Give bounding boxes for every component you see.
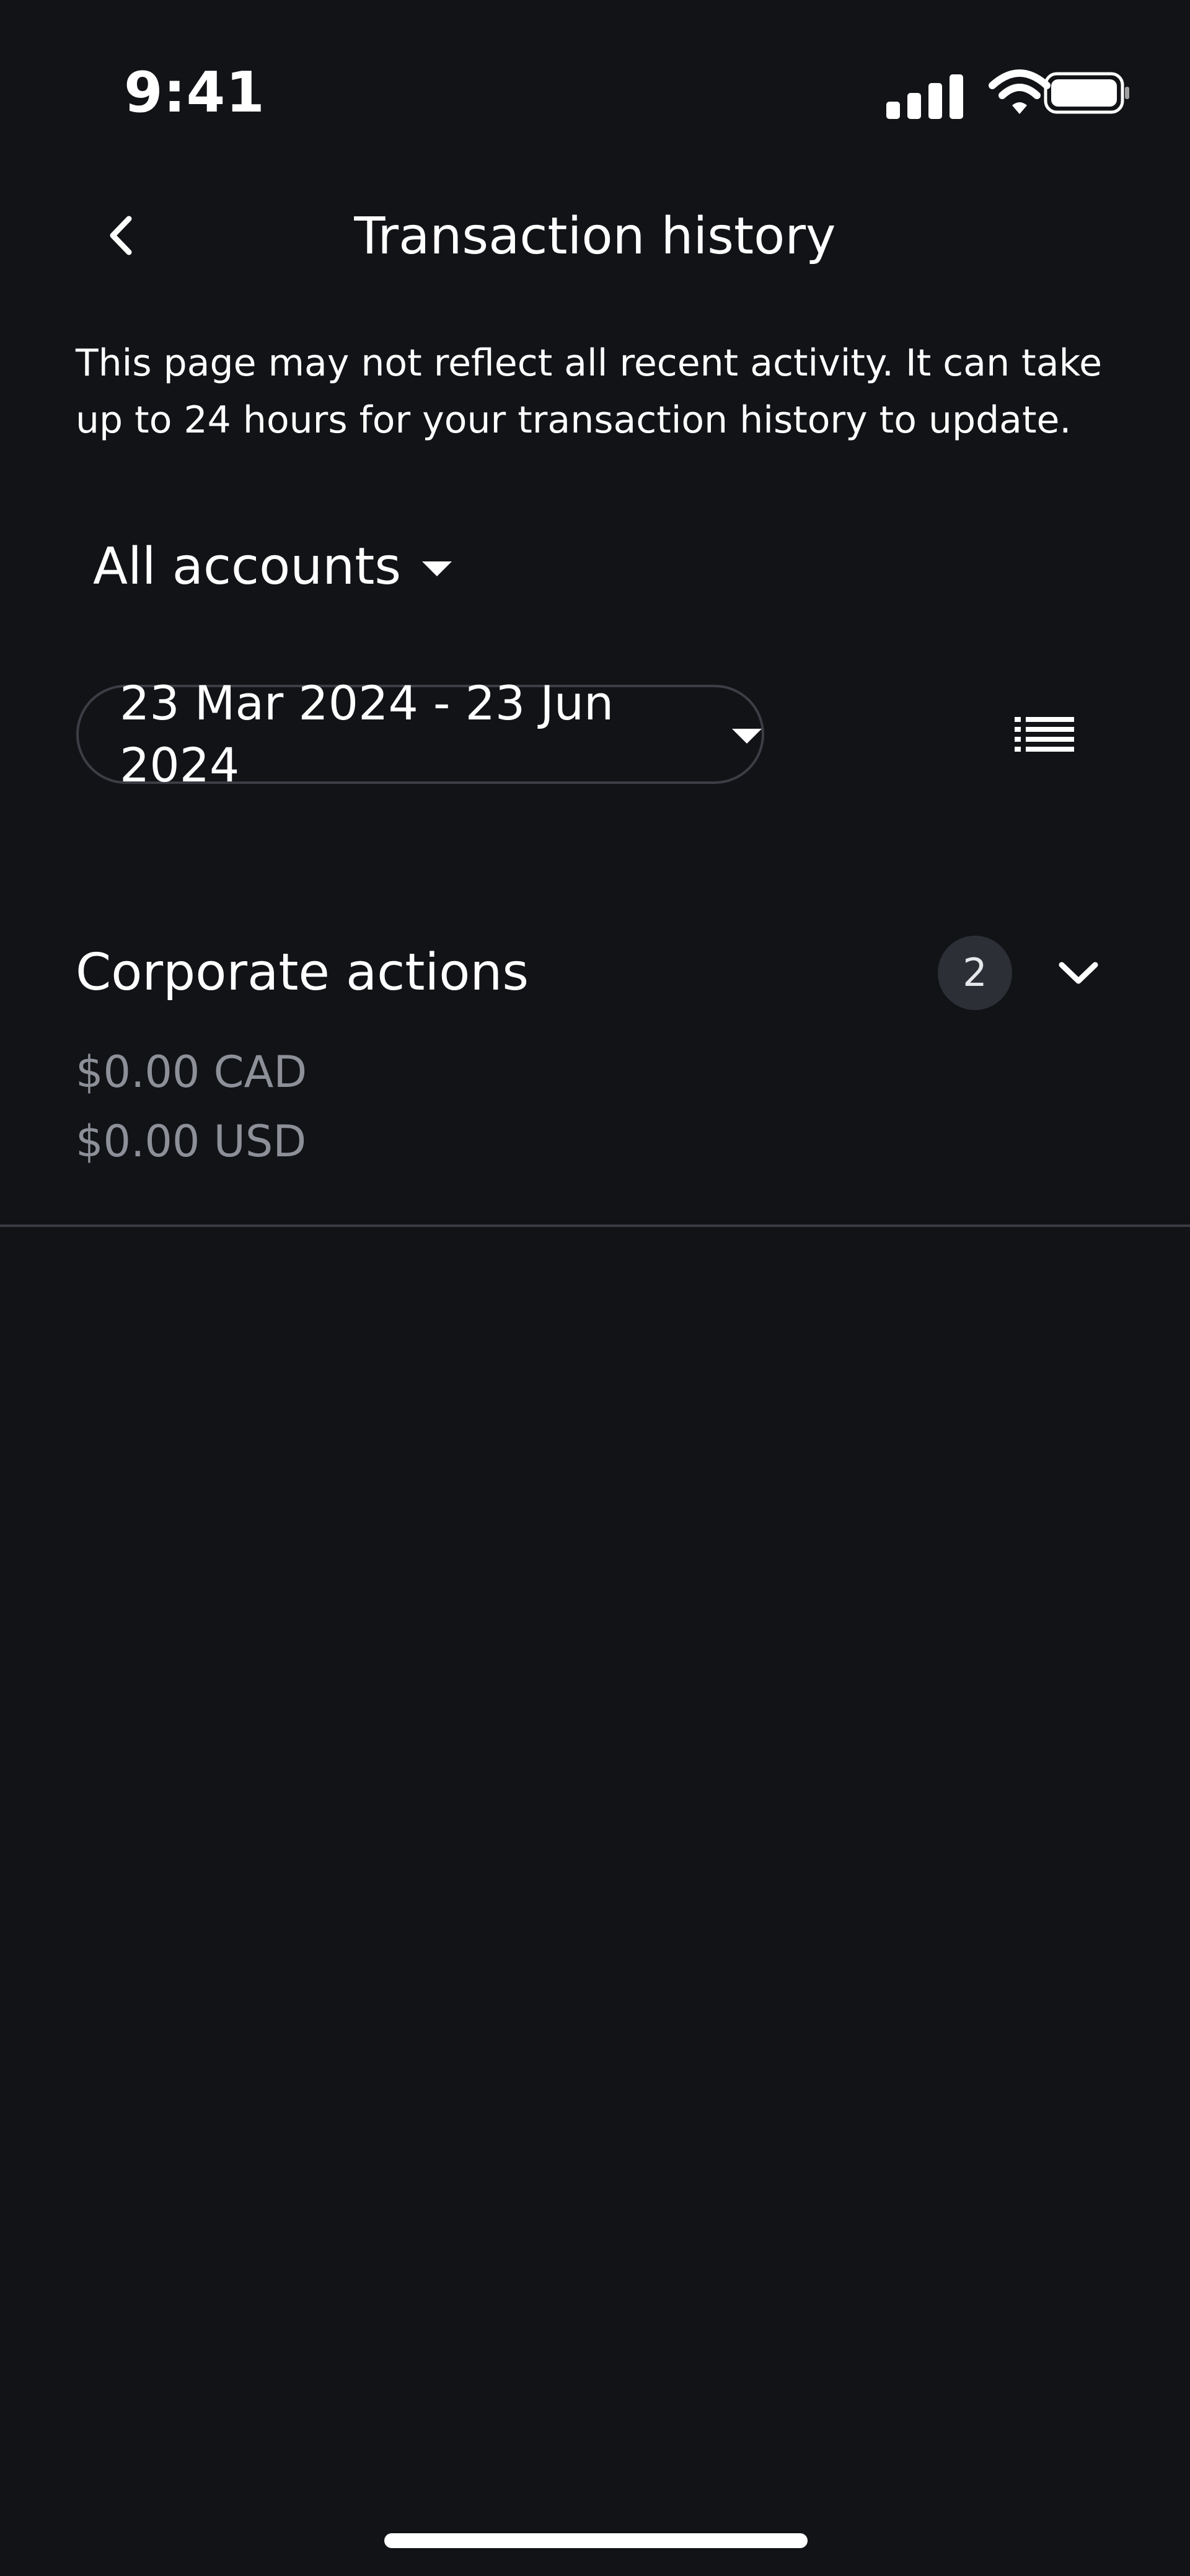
list-view-button[interactable] [992, 694, 1097, 775]
amount-usd: $0.00 USD [76, 1116, 307, 1167]
section-divider [0, 1224, 1190, 1227]
home-indicator [384, 2533, 808, 2548]
caret-down-icon [732, 729, 762, 744]
cellular-signal-icon [886, 69, 973, 119]
expand-section-button[interactable] [1041, 936, 1116, 1010]
caret-down-icon [422, 561, 452, 576]
amount-cad: $0.00 CAD [76, 1047, 307, 1097]
back-button[interactable] [87, 198, 155, 273]
date-range-label: 23 Mar 2024 - 23 Jun 2024 [120, 675, 614, 793]
chevron-down-icon [1059, 962, 1098, 984]
date-range-selector[interactable]: 23 Mar 2024 - 23 Jun 2024 [76, 675, 764, 793]
section-title[interactable]: Corporate actions [76, 936, 529, 1010]
list-icon [1015, 717, 1074, 752]
chevron-left-icon [110, 216, 132, 255]
wifi-icon [989, 69, 1051, 114]
battery-icon [1044, 72, 1129, 114]
page-title: Transaction history [354, 207, 836, 266]
info-notice: This page may not reflect all recent act… [76, 341, 1102, 442]
count-badge: 2 [938, 936, 1012, 1010]
account-selector-label: All accounts [93, 537, 402, 596]
status-time: 9:41 [124, 60, 265, 125]
account-selector[interactable]: All accounts [93, 530, 452, 604]
